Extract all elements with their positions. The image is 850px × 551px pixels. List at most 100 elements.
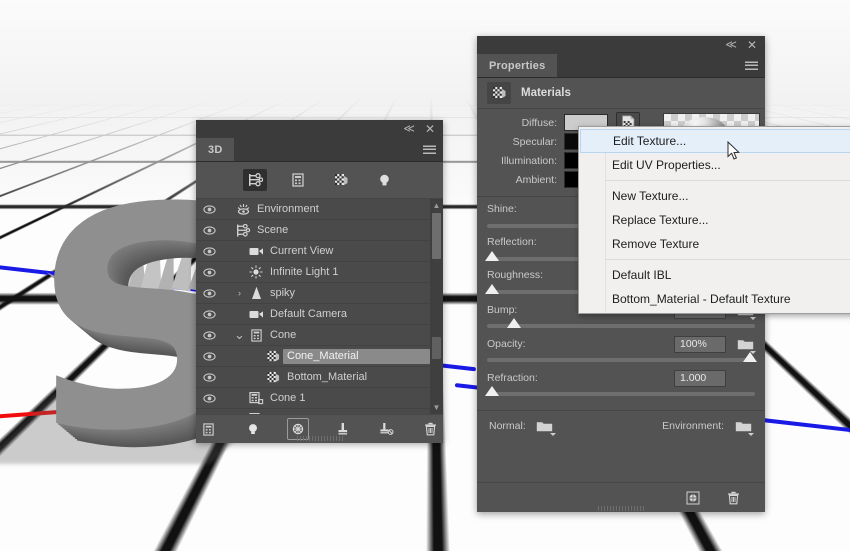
eye-icon[interactable] <box>198 288 220 298</box>
lights-filter-button[interactable] <box>372 169 396 191</box>
menu-item-bottom-material-default-texture[interactable]: Bottom_Material - Default Texture <box>579 287 850 311</box>
tree-item-label: Environment <box>257 202 319 215</box>
mesh-icon <box>292 173 304 187</box>
slider-track[interactable] <box>487 318 755 328</box>
property-label: Ambient: <box>515 173 557 186</box>
eye-icon[interactable] <box>198 309 220 319</box>
map-folder-button[interactable] <box>535 418 556 436</box>
panel-resize-grip[interactable] <box>598 506 644 511</box>
scrollbar-thumb[interactable] <box>432 213 441 259</box>
chevron-double-left-icon[interactable]: ≪ <box>725 39 737 51</box>
eye-icon[interactable] <box>198 225 220 235</box>
tree-item-infinite-light-1[interactable]: Infinite Light 1 <box>196 262 443 283</box>
mesh-instance-icon <box>246 412 266 414</box>
chevron-double-left-icon[interactable]: ≪ <box>403 123 415 135</box>
slider-handle[interactable] <box>742 352 757 362</box>
new-material-button[interactable] <box>683 488 703 508</box>
3d-filter-row[interactable] <box>196 162 443 199</box>
property-refraction: Refraction: 1.000 <box>477 368 765 402</box>
environment-icon <box>233 203 253 216</box>
tree-item-cone-1-1[interactable]: Cone 1 1 <box>196 409 443 414</box>
mesh-icon <box>203 422 214 436</box>
slider-handle[interactable] <box>485 251 500 261</box>
menu-item-default-ibl[interactable]: Default IBL <box>579 263 850 287</box>
property-label: Diffuse: <box>521 116 557 129</box>
materials-icon <box>263 371 283 384</box>
mesh-filter-button[interactable] <box>286 169 310 191</box>
map-slot-normal: Normal: <box>489 418 662 436</box>
properties-tabstrip[interactable]: Properties <box>477 54 765 78</box>
tree-item-cone-1[interactable]: Cone 1 <box>196 388 443 409</box>
map-row: Normal: Environment: <box>477 410 765 441</box>
tree-item-environment[interactable]: Environment <box>196 199 443 220</box>
tree-item-current-view[interactable]: Current View <box>196 241 443 262</box>
remove-ibl-button[interactable] <box>377 419 397 439</box>
close-icon[interactable]: ✕ <box>425 123 435 135</box>
slider-track[interactable] <box>487 352 757 362</box>
3d-panel-tabstrip[interactable]: 3D <box>196 138 443 162</box>
tree-item-default-camera[interactable]: Default Camera <box>196 304 443 325</box>
scroll-up-icon[interactable]: ▲ <box>430 199 443 212</box>
photoshop-3d-workspace: S ≪ ✕ 3D Environment Scene Current View … <box>0 0 850 551</box>
tabstrip-filler <box>557 54 765 77</box>
menu-item-edit-texture[interactable]: Edit Texture... <box>580 129 850 153</box>
tree-item-spiky[interactable]: › spiky <box>196 283 443 304</box>
tree-item-cone[interactable]: ⌄ Cone <box>196 325 443 346</box>
texture-context-menu[interactable]: Edit Texture... Edit UV Properties... New … <box>578 126 850 314</box>
3d-scene-tree[interactable]: Environment Scene Current View Infinite Lig… <box>196 199 443 414</box>
panel-menu-icon[interactable] <box>423 145 436 154</box>
disclosure-triangle-icon[interactable]: ⌄ <box>233 328 246 341</box>
slider-handle[interactable] <box>506 318 521 328</box>
map-label: Normal: <box>489 420 526 432</box>
panel-resize-grip[interactable] <box>296 436 343 441</box>
scrollbar-thumb-secondary[interactable] <box>432 337 441 359</box>
eye-icon[interactable] <box>198 372 220 382</box>
delete-button[interactable] <box>421 419 441 439</box>
scroll-down-icon[interactable]: ▼ <box>430 401 443 414</box>
materials-icon <box>487 82 511 104</box>
close-icon[interactable]: ✕ <box>747 39 757 51</box>
slider-handle[interactable] <box>485 284 500 294</box>
tab-3d[interactable]: 3D <box>196 138 235 161</box>
delete-material-button[interactable] <box>723 488 743 508</box>
materials-filter-button[interactable] <box>329 169 353 191</box>
mesh-group-icon <box>246 286 266 300</box>
tree-item-scene[interactable]: Scene <box>196 220 443 241</box>
panel-menu-icon[interactable] <box>745 61 758 70</box>
tree-item-bottom-material[interactable]: Bottom_Material <box>196 367 443 388</box>
menu-item-remove-texture[interactable]: Remove Texture <box>579 232 850 256</box>
materials-icon <box>334 174 347 185</box>
tree-item-label: Default Camera <box>270 307 348 320</box>
tab-properties[interactable]: Properties <box>477 54 558 77</box>
value-input[interactable]: 1.000 <box>674 369 726 387</box>
property-label: Refraction: <box>487 372 538 384</box>
paint-source-remove-icon <box>380 423 394 435</box>
infinite-light-icon <box>246 265 266 279</box>
mesh-icon <box>246 328 266 342</box>
menu-item-replace-texture[interactable]: Replace Texture... <box>579 208 850 232</box>
eye-icon[interactable] <box>198 246 220 256</box>
disclosure-triangle-icon[interactable]: › <box>233 288 246 298</box>
scene-filter-button[interactable] <box>243 169 267 191</box>
tree-item-label: spiky <box>270 286 296 299</box>
tree-item-label: Cone 1 <box>270 391 306 404</box>
3d-panel[interactable]: ≪ ✕ 3D Environment Scene Current View In… <box>196 120 443 443</box>
menu-item-new-texture[interactable]: New Texture... <box>579 184 850 208</box>
value-input[interactable]: 100% <box>674 335 726 353</box>
slider-handle[interactable] <box>485 386 500 396</box>
add-mesh-button[interactable] <box>199 419 219 439</box>
eye-icon[interactable] <box>198 267 220 277</box>
eye-icon[interactable] <box>198 330 220 340</box>
eye-icon[interactable] <box>198 204 220 214</box>
tree-scrollbar[interactable]: ▲ ▼ <box>430 199 443 414</box>
eye-icon[interactable] <box>198 351 220 361</box>
sphere-material-icon <box>686 491 700 504</box>
slider-track[interactable] <box>485 386 755 396</box>
map-folder-button[interactable] <box>733 418 754 436</box>
add-light-button[interactable] <box>243 419 263 439</box>
texture-folder-button[interactable] <box>735 336 756 354</box>
map-slot-environment: Environment: <box>662 418 754 436</box>
eye-icon[interactable] <box>198 393 220 403</box>
tree-item-cone-material[interactable]: Cone_Material <box>196 346 443 367</box>
menu-item-edit-uv-properties[interactable]: Edit UV Properties... <box>579 153 850 177</box>
